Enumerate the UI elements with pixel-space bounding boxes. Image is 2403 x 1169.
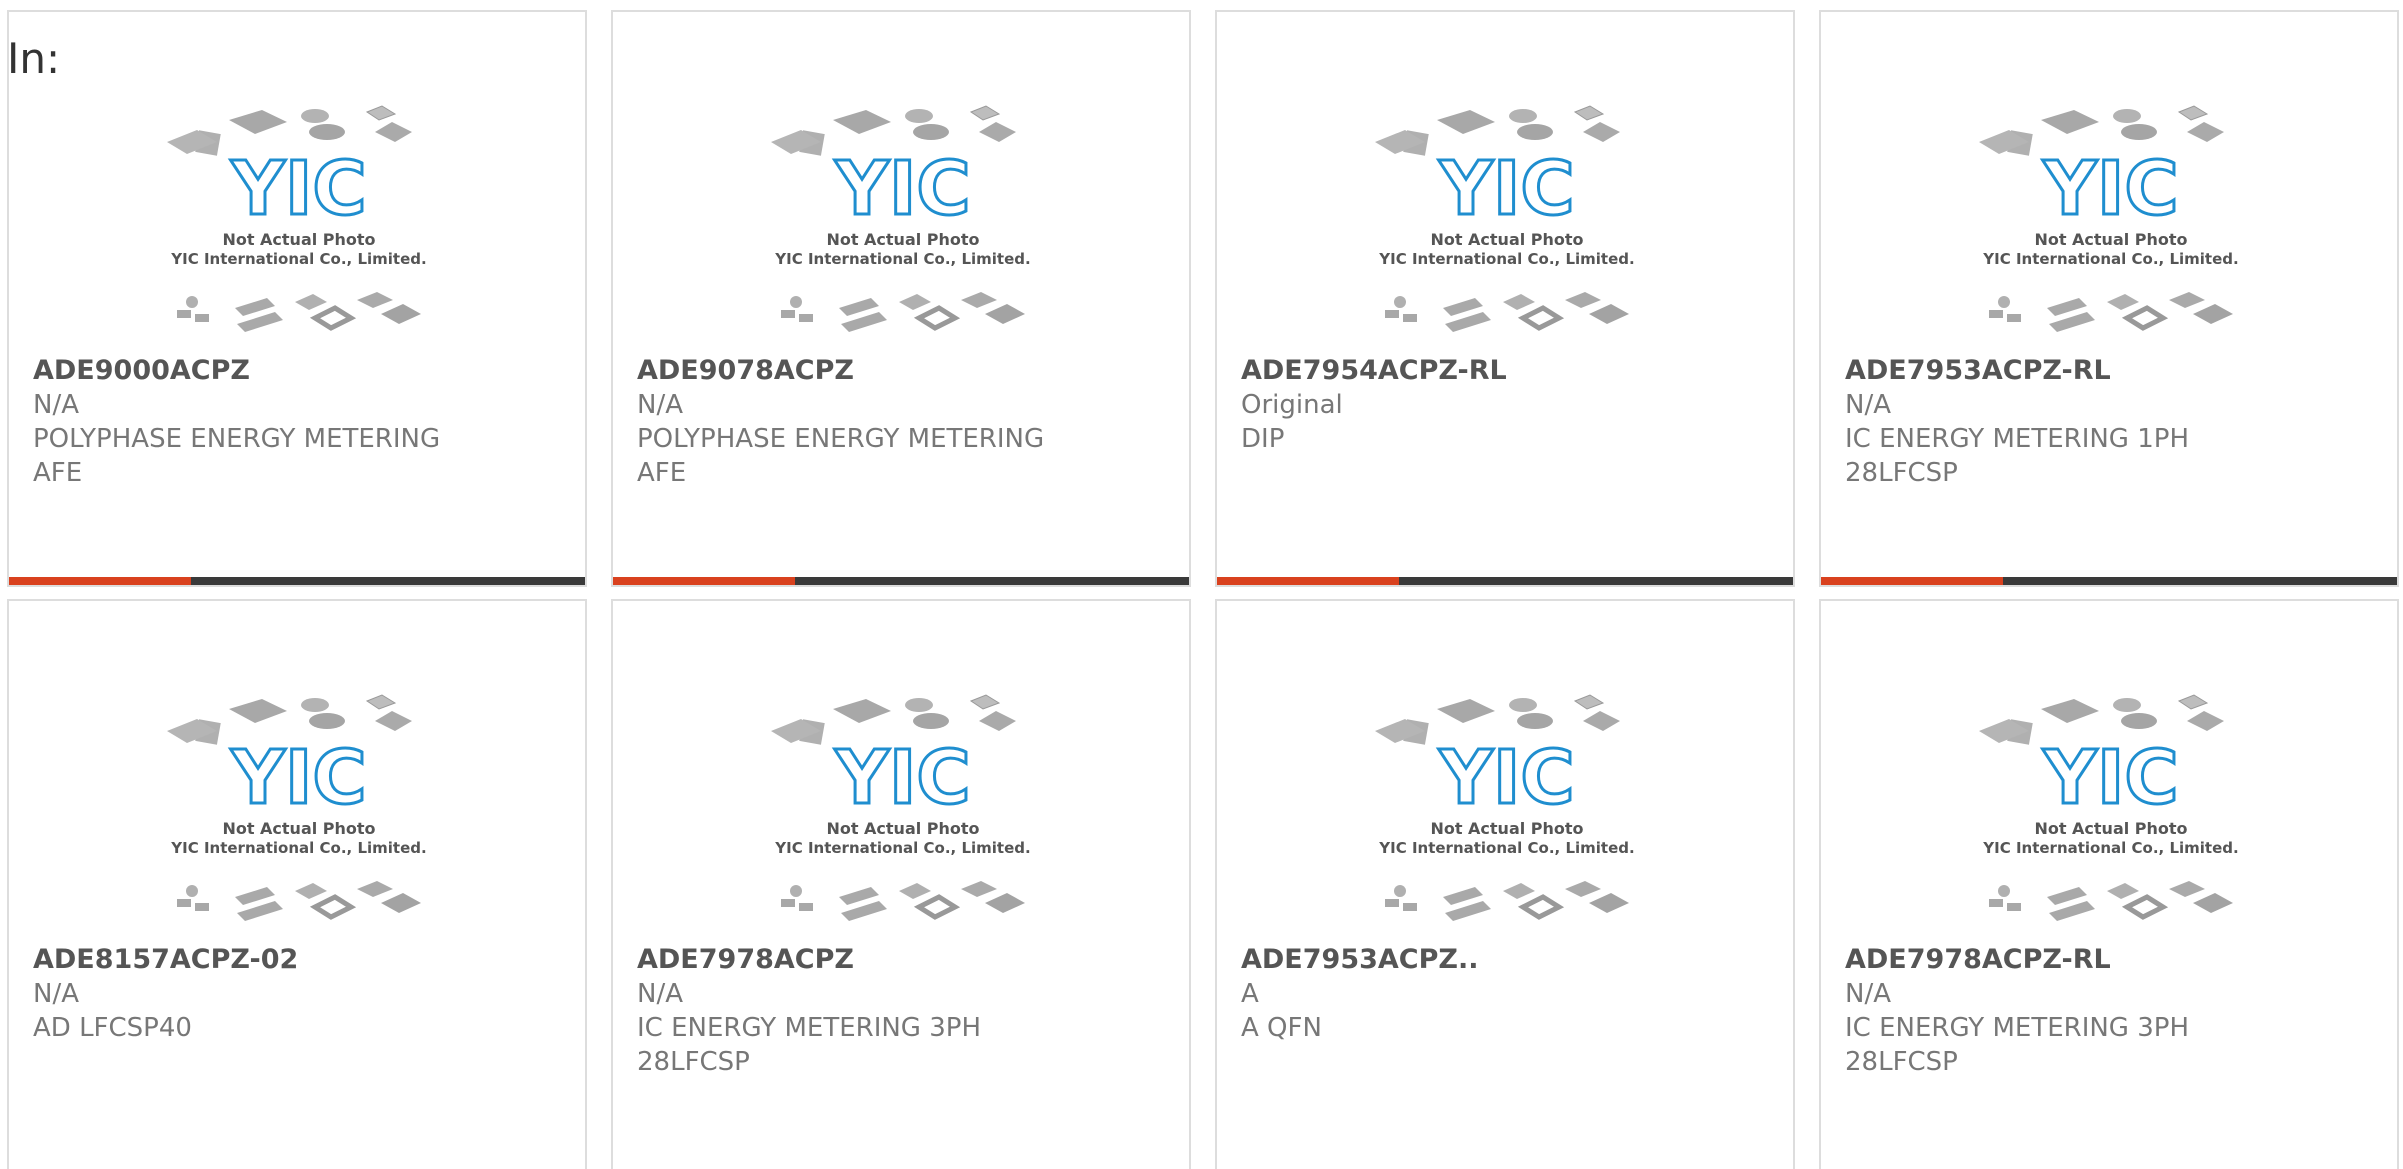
card-accent-highlight (1217, 577, 1399, 585)
product-description: DIP (1241, 424, 1285, 454)
product-condition: N/A (637, 979, 683, 1009)
page-label: In: (7, 34, 61, 83)
product-description: IC ENERGY METERING 3PH 28LFCSP (1845, 1013, 2189, 1077)
image-caption-line2: YIC International Co., Limited. (1378, 250, 1634, 268)
image-caption-line2: YIC International Co., Limited. (170, 250, 426, 268)
product-info: ADE7953ACPZ-RL N/A IC ENERGY METERING 1P… (1845, 354, 2377, 490)
product-condition: N/A (1845, 979, 1891, 1009)
part-number-link[interactable]: ADE7978ACPZ (637, 943, 1169, 977)
product-condition: A (1241, 979, 1259, 1009)
part-number-link[interactable]: ADE8157ACPZ-02 (33, 943, 565, 977)
product-info: ADE7978ACPZ-RL N/A IC ENERGY METERING 3P… (1845, 943, 2377, 1079)
product-description: AD LFCSP40 (33, 1013, 192, 1043)
part-number-link[interactable]: ADE9000ACPZ (33, 354, 565, 388)
product-condition: N/A (637, 390, 683, 420)
product-description: POLYPHASE ENERGY METERING AFE (637, 424, 1045, 488)
image-caption-line1: Not Actual Photo (826, 819, 979, 838)
card-accent-bar (1821, 577, 2397, 585)
product-image: Not Actual Photo YIC International Co., … (1979, 102, 2239, 342)
product-info: ADE7954ACPZ-RL Original DIP (1241, 354, 1773, 456)
product-card[interactable]: Not Actual Photo YIC International Co., … (7, 599, 587, 1169)
product-card[interactable]: Not Actual Photo YIC International Co., … (1215, 599, 1795, 1169)
image-caption-line1: Not Actual Photo (1430, 819, 1583, 838)
image-caption-line2: YIC International Co., Limited. (1982, 250, 2238, 268)
product-description: IC ENERGY METERING 1PH 28LFCSP (1845, 424, 2189, 488)
product-card[interactable]: Not Actual Photo YIC International Co., … (611, 10, 1191, 587)
product-image: Not Actual Photo YIC International Co., … (1375, 102, 1635, 342)
product-description: IC ENERGY METERING 3PH 28LFCSP (637, 1013, 981, 1077)
product-image: Not Actual Photo YIC International Co., … (771, 102, 1031, 342)
part-number-link[interactable]: ADE7953ACPZ.. (1241, 943, 1773, 977)
product-card[interactable]: Not Actual Photo YIC International Co., … (1819, 599, 2399, 1169)
product-thumbnail[interactable]: Not Actual Photo YIC International Co., … (1375, 102, 1640, 342)
product-condition: N/A (33, 979, 79, 1009)
product-info: ADE8157ACPZ-02 N/A AD LFCSP40 (33, 943, 565, 1045)
part-number-link[interactable]: ADE7978ACPZ-RL (1845, 943, 2377, 977)
product-image: Not Actual Photo YIC International Co., … (167, 102, 427, 342)
product-description: POLYPHASE ENERGY METERING AFE (33, 424, 441, 488)
card-accent-highlight (613, 577, 795, 585)
part-number-link[interactable]: ADE7954ACPZ-RL (1241, 354, 1773, 388)
image-caption-line2: YIC International Co., Limited. (1378, 839, 1634, 857)
product-description: A QFN (1241, 1013, 1322, 1043)
card-accent-highlight (1821, 577, 2003, 585)
product-thumbnail[interactable]: Not Actual Photo YIC International Co., … (771, 102, 1036, 342)
product-card[interactable]: Not Actual Photo YIC International Co., … (7, 10, 587, 587)
image-caption-line2: YIC International Co., Limited. (774, 839, 1030, 857)
product-card[interactable]: Not Actual Photo YIC International Co., … (611, 599, 1191, 1169)
image-caption-line1: Not Actual Photo (1430, 230, 1583, 249)
card-accent-bar (1217, 577, 1793, 585)
product-condition: Original (1241, 390, 1343, 420)
product-condition: N/A (1845, 390, 1891, 420)
product-image: Not Actual Photo YIC International Co., … (1979, 691, 2239, 931)
image-caption-line1: Not Actual Photo (222, 819, 375, 838)
product-card[interactable]: Not Actual Photo YIC International Co., … (1819, 10, 2399, 587)
product-info: ADE9000ACPZ N/A POLYPHASE ENERGY METERIN… (33, 354, 565, 490)
card-accent-bar (613, 577, 1189, 585)
card-accent-highlight (9, 577, 191, 585)
product-info: ADE7953ACPZ.. A A QFN (1241, 943, 1773, 1045)
product-image: Not Actual Photo YIC International Co., … (1375, 691, 1635, 931)
product-condition: N/A (33, 390, 79, 420)
product-thumbnail[interactable]: Not Actual Photo YIC International Co., … (771, 691, 1036, 931)
product-info: ADE7978ACPZ N/A IC ENERGY METERING 3PH 2… (637, 943, 1169, 1079)
image-caption-line2: YIC International Co., Limited. (1982, 839, 2238, 857)
part-number-link[interactable]: ADE9078ACPZ (637, 354, 1169, 388)
product-thumbnail[interactable]: Not Actual Photo YIC International Co., … (1979, 691, 2244, 931)
image-caption-line1: Not Actual Photo (2034, 819, 2187, 838)
image-caption-line2: YIC International Co., Limited. (170, 839, 426, 857)
image-caption-line2: YIC International Co., Limited. (774, 250, 1030, 268)
card-accent-bar (9, 577, 585, 585)
product-image: Not Actual Photo YIC International Co., … (167, 691, 427, 931)
image-caption-line1: Not Actual Photo (222, 230, 375, 249)
product-thumbnail[interactable]: Not Actual Photo YIC International Co., … (167, 102, 432, 342)
image-caption-line1: Not Actual Photo (2034, 230, 2187, 249)
product-grid: Not Actual Photo YIC International Co., … (7, 10, 2402, 1169)
part-number-link[interactable]: ADE7953ACPZ-RL (1845, 354, 2377, 388)
product-info: ADE9078ACPZ N/A POLYPHASE ENERGY METERIN… (637, 354, 1169, 490)
product-thumbnail[interactable]: Not Actual Photo YIC International Co., … (167, 691, 432, 931)
product-card[interactable]: Not Actual Photo YIC International Co., … (1215, 10, 1795, 587)
product-image: Not Actual Photo YIC International Co., … (771, 691, 1031, 931)
product-thumbnail[interactable]: Not Actual Photo YIC International Co., … (1979, 102, 2244, 342)
product-thumbnail[interactable]: Not Actual Photo YIC International Co., … (1375, 691, 1640, 931)
image-caption-line1: Not Actual Photo (826, 230, 979, 249)
